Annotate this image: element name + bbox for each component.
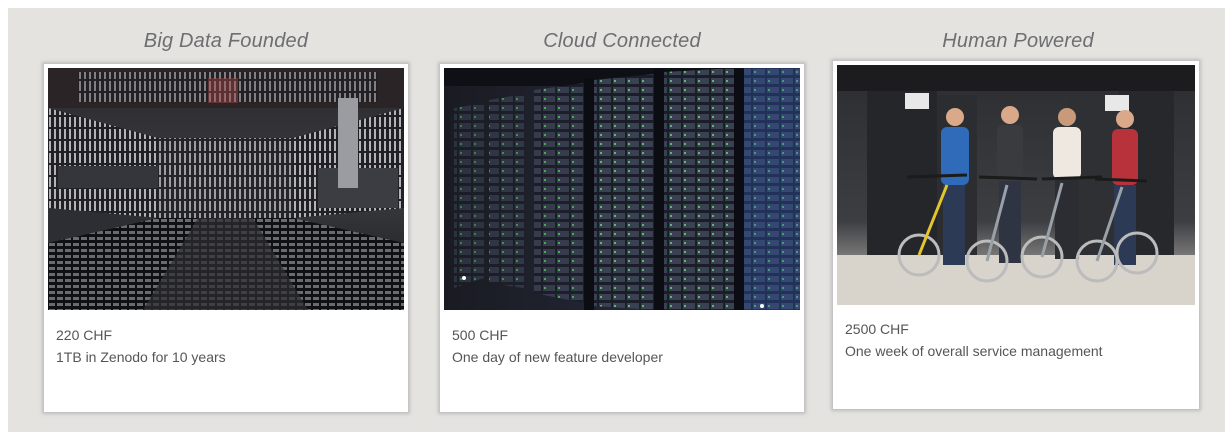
price-label: 2500 CHF bbox=[845, 321, 909, 337]
card-title: Big Data Founded bbox=[143, 30, 309, 52]
card-human[interactable]: 2500 CHF One week of overall service man… bbox=[833, 61, 1199, 409]
description-label: One week of overall service management bbox=[845, 343, 1103, 359]
card-column-human: Human Powered 2500 CHF One week of overa… bbox=[830, 8, 1206, 432]
price-label: 220 CHF bbox=[56, 327, 113, 343]
description-label: 1TB in Zenodo for 10 years bbox=[56, 349, 226, 365]
tape-library-photo bbox=[48, 68, 404, 310]
card-column-cloud: Cloud Connected 500 CHF One day of new f… bbox=[434, 8, 810, 432]
card-title: Human Powered bbox=[942, 30, 1094, 52]
server-racks-photo bbox=[444, 68, 800, 310]
card-body: 2500 CHF One week of overall service man… bbox=[845, 318, 1189, 362]
card-body: 220 CHF 1TB in Zenodo for 10 years bbox=[56, 324, 398, 368]
card-column-big-data: Big Data Founded 220 CHF 1TB in Zenodo f… bbox=[38, 8, 414, 432]
card-body: 500 CHF One day of new feature developer bbox=[452, 324, 794, 368]
card-title: Cloud Connected bbox=[543, 30, 701, 52]
price-label: 500 CHF bbox=[452, 327, 509, 343]
card-cloud[interactable]: 500 CHF One day of new feature developer bbox=[440, 64, 804, 412]
donation-cards-section: Big Data Founded 220 CHF 1TB in Zenodo f… bbox=[8, 8, 1225, 432]
card-big-data[interactable]: 220 CHF 1TB in Zenodo for 10 years bbox=[44, 64, 408, 412]
description-label: One day of new feature developer bbox=[452, 349, 663, 365]
team-with-bicycles-photo bbox=[837, 65, 1195, 305]
